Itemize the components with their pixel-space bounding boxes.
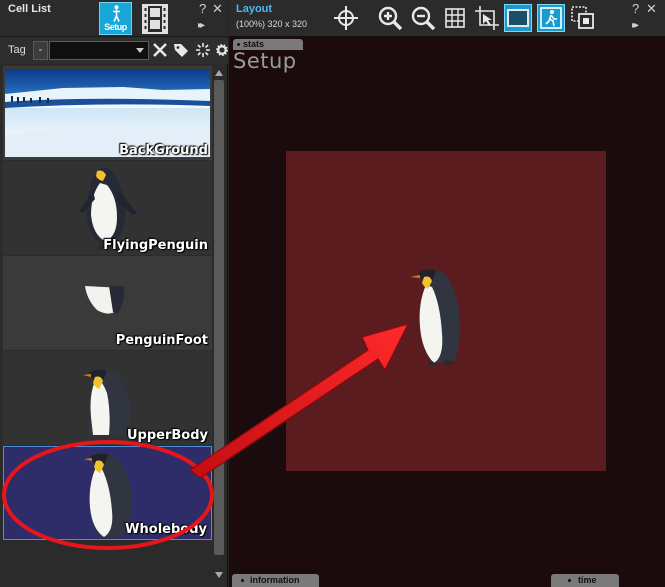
crop-pointer-icon[interactable] — [473, 4, 501, 32]
close-button[interactable]: ✕ — [646, 2, 657, 15]
cell-item-flyingpenguin[interactable]: FlyingPenguin — [3, 161, 212, 255]
cell-list-header: Cell List Setup ? ✕ ▸▸ — [0, 0, 228, 37]
cell-label: Wholebody — [125, 522, 207, 537]
gear-icon[interactable] — [216, 41, 228, 59]
filmstrip-icon[interactable] — [142, 4, 168, 34]
mode-watermark: Setup — [233, 49, 297, 73]
information-tab[interactable]: information — [232, 574, 319, 587]
scroll-up-icon[interactable] — [215, 70, 223, 76]
penguin-sprite[interactable] — [286, 151, 606, 471]
frame-icon[interactable] — [504, 4, 532, 32]
cell-label: PenguinFoot — [115, 333, 208, 348]
cell-label: UpperBody — [126, 428, 208, 443]
forward-button[interactable]: ▸▸ — [198, 19, 205, 32]
tag-minus-button[interactable]: - — [33, 41, 48, 60]
zoom-out-icon[interactable] — [409, 4, 437, 32]
tag-select[interactable] — [49, 41, 149, 60]
layer-icon[interactable] — [569, 4, 597, 32]
panel-title: Cell List — [8, 3, 51, 15]
layout-header: Layout (100%) 320 x 320 ? ✕ ▸▸ — [229, 0, 665, 37]
cell-list-panel: Cell List Setup ? ✕ ▸▸ Tag - BackGround … — [0, 0, 228, 587]
stage-area[interactable] — [286, 151, 606, 471]
scroll-thumb[interactable] — [214, 80, 224, 555]
setup-button-label: Setup — [104, 22, 127, 32]
scroll-down-icon[interactable] — [215, 572, 223, 578]
person-icon[interactable] — [537, 4, 565, 32]
chevron-down-icon — [136, 48, 144, 53]
cell-label: FlyingPenguin — [103, 238, 208, 253]
crosshair-icon[interactable] — [332, 4, 360, 32]
cell-item-penguinfoot[interactable]: PenguinFoot — [3, 256, 212, 350]
layout-zoom-size: (100%) 320 x 320 — [236, 19, 308, 29]
tag-bar: Tag - — [0, 38, 228, 64]
layout-title: Layout — [236, 3, 273, 15]
person-icon — [113, 5, 120, 22]
layout-panel: Layout (100%) 320 x 320 ? ✕ ▸▸ stats Set… — [229, 0, 665, 587]
cell-item-upperbody[interactable]: UpperBody — [3, 351, 212, 445]
spinner-icon[interactable] — [195, 41, 211, 59]
grid-icon[interactable] — [441, 4, 469, 32]
zoom-in-icon[interactable] — [376, 4, 404, 32]
forward-button[interactable]: ▸▸ — [632, 19, 639, 32]
help-button[interactable]: ? — [199, 2, 206, 15]
setup-mode-button[interactable]: Setup — [99, 2, 132, 35]
help-button[interactable]: ? — [632, 2, 639, 15]
time-tab[interactable]: time — [551, 574, 619, 587]
clear-tag-icon[interactable] — [152, 40, 168, 60]
cell-list-scrollbar[interactable] — [212, 66, 226, 586]
cell-item-background[interactable]: BackGround — [3, 66, 212, 160]
cell-label: BackGround — [119, 143, 208, 158]
layout-canvas[interactable]: stats Setup information time — [229, 37, 665, 587]
tag-label: Tag — [8, 44, 26, 56]
cell-list: BackGround FlyingPenguin PenguinFoot Upp… — [3, 66, 212, 586]
app-window: Cell List Setup ? ✕ ▸▸ Tag - BackGround … — [0, 0, 665, 587]
tag-icon[interactable] — [173, 41, 189, 59]
close-button[interactable]: ✕ — [212, 2, 223, 15]
cell-item-wholebody[interactable]: Wholebody — [3, 446, 212, 540]
